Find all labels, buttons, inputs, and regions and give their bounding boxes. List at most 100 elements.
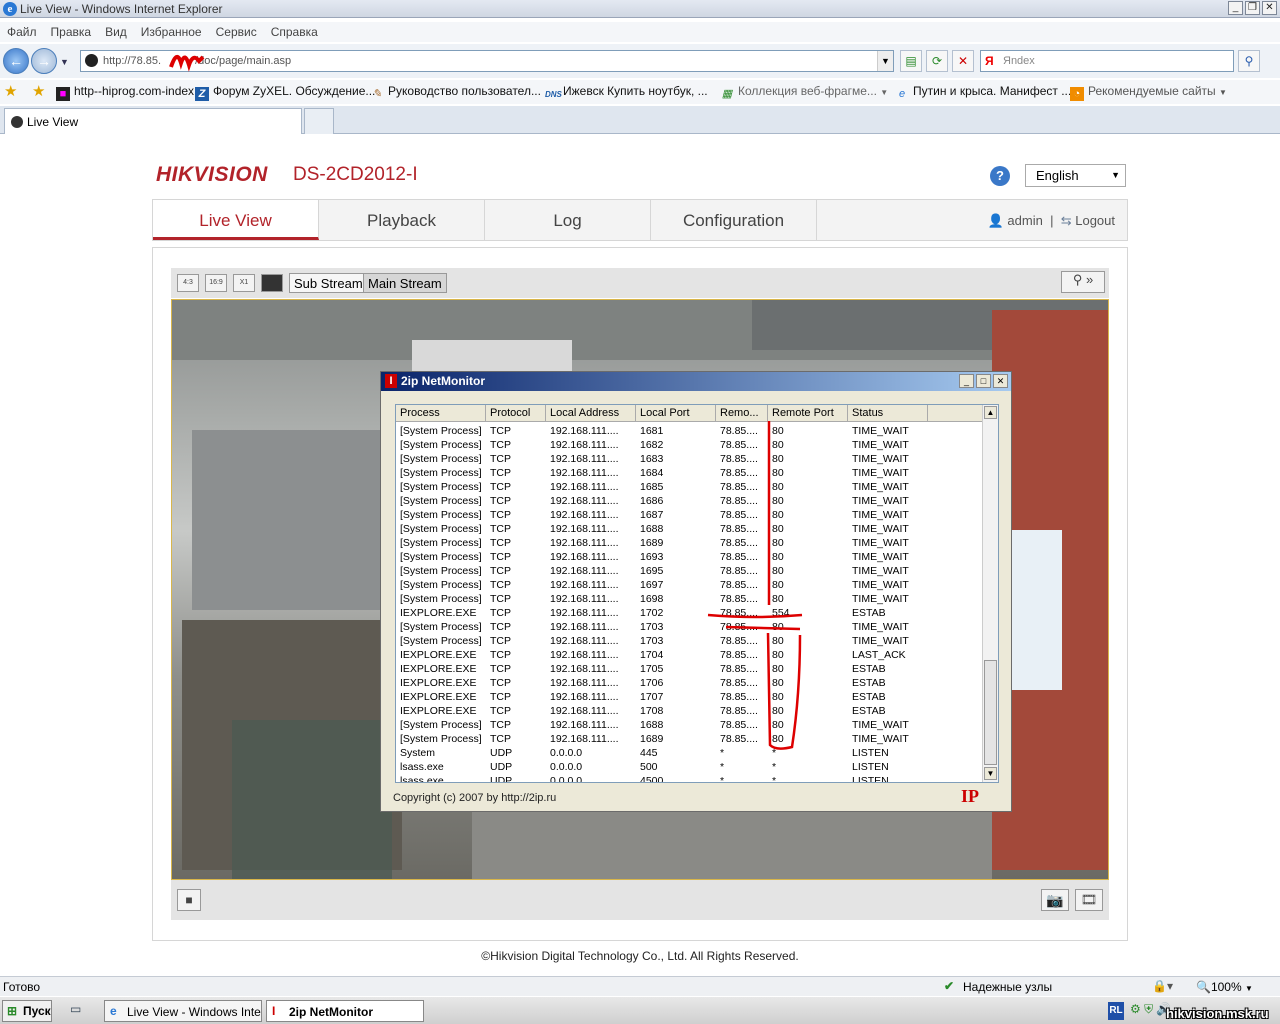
- menu-view[interactable]: Вид: [98, 22, 134, 42]
- menu-favorites[interactable]: Избранное: [134, 22, 209, 42]
- scroll-down-icon[interactable]: ▼: [984, 767, 997, 780]
- table-row[interactable]: [System Process] TCP 192.168.111.... 1688 78…: [396, 718, 984, 732]
- main-stream-button[interactable]: Main Stream: [363, 273, 447, 293]
- nm-close-button[interactable]: ✕: [993, 374, 1008, 388]
- language-indicator[interactable]: RL: [1108, 1002, 1124, 1020]
- table-row[interactable]: [System Process] TCP 192.168.111.... 1703 78…: [396, 620, 984, 634]
- table-row[interactable]: [System Process] TCP 192.168.111.... 1697 78…: [396, 578, 984, 592]
- table-row[interactable]: IEXPLORE.EXE TCP 192.168.111.... 1704 78.85.…: [396, 648, 984, 662]
- stop-icon[interactable]: ✕: [952, 50, 974, 72]
- tab-live-view[interactable]: Live View: [4, 108, 302, 134]
- table-cell: 1703: [640, 621, 664, 633]
- table-row[interactable]: IEXPLORE.EXE TCP 192.168.111.... 1705 78.85.…: [396, 662, 984, 676]
- logout-link[interactable]: Logout: [1075, 213, 1115, 228]
- table-row[interactable]: [System Process] TCP 192.168.111.... 1687 78…: [396, 508, 984, 522]
- language-select[interactable]: English ▼: [1025, 164, 1126, 187]
- stop-video-icon[interactable]: ■: [177, 889, 201, 911]
- favorites-star-icon[interactable]: ★: [4, 82, 17, 100]
- protected-mode-icon[interactable]: 🔒▾: [1152, 979, 1173, 993]
- menu-file[interactable]: Файл: [0, 22, 44, 42]
- back-button[interactable]: ←: [3, 48, 29, 74]
- table-row[interactable]: IEXPLORE.EXE TCP 192.168.111.... 1707 78.85.…: [396, 690, 984, 704]
- ratio-original-button[interactable]: X1: [233, 274, 255, 292]
- tab-playback[interactable]: Playback: [319, 200, 485, 240]
- table-row[interactable]: [System Process] TCP 192.168.111.... 1684 78…: [396, 466, 984, 480]
- snapshot-camera-icon[interactable]: 📷: [1041, 889, 1069, 911]
- sub-stream-button[interactable]: Sub Stream: [289, 273, 368, 293]
- history-dropdown-icon[interactable]: ▼: [60, 57, 69, 67]
- col-local-address[interactable]: Local Address: [546, 405, 636, 422]
- new-tab-button[interactable]: [304, 108, 334, 134]
- tab-log[interactable]: Log: [485, 200, 651, 240]
- help-icon[interactable]: ?: [990, 166, 1010, 186]
- menu-edit[interactable]: Правка: [44, 22, 99, 42]
- fav-link[interactable]: e Путин и крыса. Манифест ...: [895, 84, 1071, 101]
- search-icon[interactable]: ⚲: [1238, 50, 1260, 72]
- zoom-level[interactable]: 🔍100% ▼: [1196, 980, 1253, 994]
- table-row[interactable]: [System Process] TCP 192.168.111.... 1686 78…: [396, 494, 984, 508]
- add-favorite-icon[interactable]: ★: [32, 82, 45, 100]
- fav-link[interactable]: ◔ Рекомендуемые сайты ▼: [1070, 84, 1227, 101]
- scrollbar[interactable]: ▲ ▼: [982, 405, 998, 782]
- table-row[interactable]: IEXPLORE.EXE TCP 192.168.111.... 1706 78.85.…: [396, 676, 984, 690]
- fav-link[interactable]: ■ http--hiprog.com-index: [56, 84, 194, 101]
- table-row[interactable]: IEXPLORE.EXE TCP 192.168.111.... 1702 78.85.…: [396, 606, 984, 620]
- ratio-4-3-button[interactable]: 4:3: [177, 274, 199, 292]
- table-row[interactable]: System UDP 0.0.0.0 445 * * LISTEN: [396, 746, 984, 760]
- search-input[interactable]: Я Яndex: [980, 50, 1234, 72]
- table-row[interactable]: lsass.exe UDP 0.0.0.0 500 * * LISTEN: [396, 760, 984, 774]
- record-icon[interactable]: 🎞: [1075, 889, 1103, 911]
- netmonitor-window[interactable]: I 2ip NetMonitor _ □ ✕ Process Protocol …: [380, 371, 1012, 812]
- fav-link[interactable]: ✎ Руководство пользовател...: [370, 84, 541, 101]
- table-cell: 78.85....: [720, 677, 758, 689]
- table-row[interactable]: [System Process] TCP 192.168.111.... 1695 78…: [396, 564, 984, 578]
- address-bar[interactable]: http://78.85./doc/page/main.asp ▼: [80, 50, 894, 72]
- col-status[interactable]: Status: [848, 405, 928, 422]
- table-row[interactable]: [System Process] TCP 192.168.111.... 1689 78…: [396, 536, 984, 550]
- table-row[interactable]: lsass.exe UDP 0.0.0.0 4500 * * LISTEN: [396, 774, 984, 782]
- fav-link[interactable]: Z Форум ZyXEL. Обсуждение...: [195, 84, 375, 101]
- col-protocol[interactable]: Protocol: [486, 405, 546, 422]
- ptz-expand-button[interactable]: ⚲ »: [1061, 271, 1105, 293]
- show-desktop-icon[interactable]: ▭: [70, 1002, 81, 1016]
- ratio-16-9-button[interactable]: 16:9: [205, 274, 227, 292]
- fullscreen-button[interactable]: [261, 274, 283, 292]
- col-remote-address[interactable]: Remo...: [716, 405, 768, 422]
- scroll-up-icon[interactable]: ▲: [984, 406, 997, 419]
- nm-minimize-button[interactable]: _: [959, 374, 974, 388]
- fav-link[interactable]: ▦ Коллекция веб-фрагме... ▼: [720, 84, 888, 101]
- task-live-view[interactable]: e Live View - Windows Inte...: [104, 1000, 262, 1022]
- netmonitor-titlebar[interactable]: I 2ip NetMonitor _ □ ✕: [381, 372, 1011, 391]
- fav-link[interactable]: DNSИжевск Купить ноутбук, ...: [545, 84, 708, 102]
- col-local-port[interactable]: Local Port: [636, 405, 716, 422]
- table-row[interactable]: [System Process] TCP 192.168.111.... 1683 78…: [396, 452, 984, 466]
- tab-configuration[interactable]: Configuration: [651, 200, 817, 240]
- table-row[interactable]: [System Process] TCP 192.168.111.... 1703 78…: [396, 634, 984, 648]
- close-button[interactable]: ✕: [1262, 1, 1277, 15]
- table-row[interactable]: [System Process] TCP 192.168.111.... 1688 78…: [396, 522, 984, 536]
- restore-button[interactable]: ❐: [1245, 1, 1260, 15]
- table-row[interactable]: [System Process] TCP 192.168.111.... 1682 78…: [396, 438, 984, 452]
- table-row[interactable]: [System Process] TCP 192.168.111.... 1685 78…: [396, 480, 984, 494]
- minimize-button[interactable]: _: [1228, 1, 1243, 15]
- forward-button[interactable]: →: [31, 48, 57, 74]
- compat-view-icon[interactable]: ▤: [900, 50, 922, 72]
- col-remote-port[interactable]: Remote Port: [768, 405, 848, 422]
- refresh-icon[interactable]: ⟳: [926, 50, 948, 72]
- menu-tools[interactable]: Сервис: [209, 22, 264, 42]
- table-row[interactable]: IEXPLORE.EXE TCP 192.168.111.... 1708 78.85.…: [396, 704, 984, 718]
- start-button[interactable]: ⊞ Пуск: [2, 1000, 52, 1022]
- scroll-thumb[interactable]: [984, 660, 997, 765]
- table-row[interactable]: [System Process] TCP 192.168.111.... 1693 78…: [396, 550, 984, 564]
- tab-live-view-nav[interactable]: Live View: [153, 200, 319, 240]
- table-row[interactable]: [System Process] TCP 192.168.111.... 1681 78…: [396, 424, 984, 438]
- menu-help[interactable]: Справка: [264, 22, 325, 42]
- address-dropdown-icon[interactable]: ▼: [877, 51, 893, 71]
- table-cell: 1705: [640, 663, 664, 675]
- nm-maximize-button[interactable]: □: [976, 374, 991, 388]
- table-row[interactable]: [System Process] TCP 192.168.111.... 1689 78…: [396, 732, 984, 746]
- table-row[interactable]: [System Process] TCP 192.168.111.... 1698 78…: [396, 592, 984, 606]
- task-netmonitor[interactable]: I 2ip NetMonitor: [266, 1000, 424, 1022]
- col-process[interactable]: Process: [396, 405, 486, 422]
- connections-table[interactable]: Process Protocol Local Address Local Por…: [395, 404, 999, 783]
